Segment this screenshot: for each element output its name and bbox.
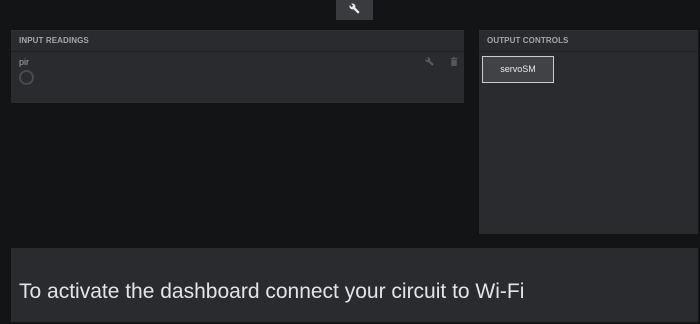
wrench-icon[interactable] — [425, 57, 434, 66]
wifi-activation-banner: To activate the dashboard connect your c… — [11, 248, 698, 322]
reading-item-pir: pir — [19, 57, 34, 85]
circle-indicator-icon — [19, 70, 34, 85]
output-controls-title: OUTPUT CONTROLS — [479, 31, 698, 52]
input-readings-title: INPUT READINGS — [11, 31, 464, 52]
reading-tools — [425, 57, 458, 66]
settings-wrench-button[interactable] — [336, 0, 373, 20]
servo-sm-button[interactable]: servoSM — [482, 56, 554, 83]
reading-label: pir — [19, 57, 30, 67]
wrench-icon — [349, 1, 360, 19]
output-controls-panel: OUTPUT CONTROLS servoSM — [479, 30, 698, 234]
input-readings-panel: INPUT READINGS pir — [11, 30, 464, 103]
banner-message: To activate the dashboard connect your c… — [19, 280, 525, 303]
trash-icon[interactable] — [450, 57, 458, 66]
